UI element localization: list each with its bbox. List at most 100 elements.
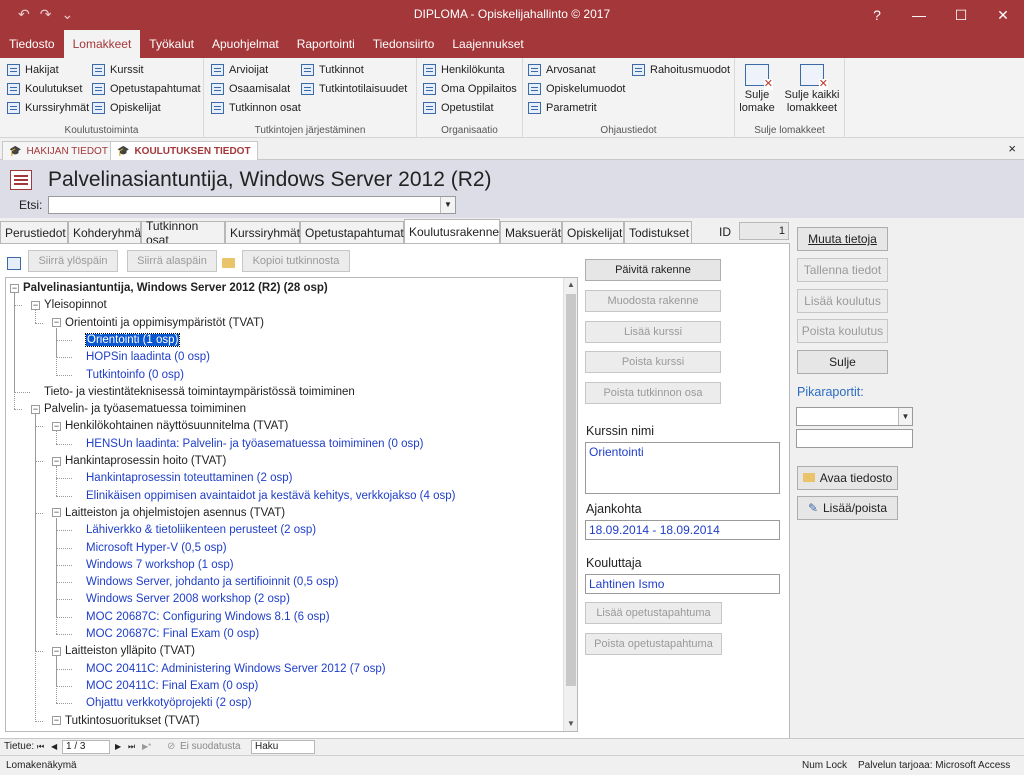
tree-node-item[interactable]: Laitteiston ja ohjelmistojen asennus (TV…: [65, 505, 285, 521]
collapse-toggle-icon[interactable]: −: [52, 716, 61, 725]
tree-course-item[interactable]: HOPSin laadinta (0 osp): [86, 349, 210, 365]
minimize-button[interactable]: —: [898, 0, 940, 30]
tree-node-item[interactable]: Orientointi ja oppimisympäristöt (TVAT): [65, 315, 264, 331]
tab-kurssiryhmat[interactable]: Kurssiryhmät: [225, 221, 300, 243]
edit-button[interactable]: Muuta tietoja: [797, 227, 888, 251]
tree-scrollbar[interactable]: ▲ ▼: [563, 278, 577, 731]
collapse-toggle-icon[interactable]: −: [31, 300, 40, 310]
tree-course-item[interactable]: Ohjattu verkkotyöprojekti (2 osp): [86, 695, 252, 711]
structure-tree[interactable]: Tutkintosuoritukset (TVAT) Ohjattu verkko…: [5, 277, 578, 732]
filter-icon[interactable]: ⊘: [167, 741, 175, 752]
tree-node-item[interactable]: Palvelinasiantuntija, Windows Server 201…: [23, 280, 328, 296]
scroll-up-icon[interactable]: ▲: [564, 278, 577, 292]
ribbon-parametrit[interactable]: Parametrit: [528, 99, 597, 117]
tree-node-item[interactable]: Laitteiston ylläpito (TVAT): [65, 643, 195, 659]
tree-course-item[interactable]: Windows Server 2008 workshop (2 osp): [86, 591, 290, 607]
ribbon-tutkintotilaisuudet[interactable]: Tutkintotilaisuudet: [301, 80, 407, 98]
collapse-toggle-icon[interactable]: −: [52, 318, 61, 328]
remove-course-button[interactable]: Poista kurssi: [585, 351, 721, 373]
copy-from-degree-button[interactable]: Kopioi tutkinnosta: [242, 250, 350, 272]
tree-course-item[interactable]: Windows Server, johdanto ja sertifioinni…: [86, 574, 338, 590]
tree-node-item[interactable]: Yleisopinnot: [44, 297, 107, 313]
tree-node-item[interactable]: Tieto- ja viestintäteknisessä toimintaym…: [44, 384, 355, 400]
add-teaching-event-button[interactable]: Lisää opetustapahtuma: [585, 602, 722, 624]
tree-course-item[interactable]: Orientointi (1 osp): [84, 332, 181, 348]
ribbon-opetustilat[interactable]: Opetustilat: [423, 99, 494, 117]
tab-todistukset[interactable]: Todistukset: [624, 221, 692, 243]
build-structure-button[interactable]: Muodosta rakenne: [585, 290, 721, 312]
ribbon-osaamisalat[interactable]: Osaamisalat: [211, 80, 290, 98]
tree-course-item[interactable]: MOC 20411C: Final Exam (0 osp): [86, 678, 258, 694]
collapse-toggle-icon[interactable]: −: [52, 421, 61, 431]
tree-course-item[interactable]: MOC 20687C: Configuring Windows 8.1 (6 o…: [86, 609, 330, 625]
ribbon-kurssiryhmat[interactable]: Kurssiryhmät: [7, 99, 89, 117]
last-record-icon[interactable]: ⏭: [128, 742, 135, 752]
tree-course-item[interactable]: MOC 20411C: Administering Windows Server…: [86, 661, 386, 677]
ribbon-arvosanat[interactable]: Arvosanat: [528, 61, 596, 79]
collapse-toggle-icon[interactable]: −: [52, 646, 61, 656]
remove-teaching-event-button[interactable]: Poista opetustapahtuma: [585, 633, 722, 655]
menu-lomakkeet[interactable]: Lomakkeet: [63, 30, 141, 58]
close-all-forms-button[interactable]: Sulje kaikki lomakkeet: [781, 64, 843, 115]
course-name-field[interactable]: Orientointi: [585, 442, 780, 494]
ribbon-arvioijat[interactable]: Arvioijat: [211, 61, 268, 79]
tab-maksuerat[interactable]: Maksuerät: [500, 221, 562, 243]
tree-node-item[interactable]: Hankintaprosessin hoito (TVAT): [65, 453, 226, 469]
new-record-icon[interactable]: ▶*: [142, 742, 151, 751]
move-up-button[interactable]: Siirrä ylöspäin: [28, 250, 118, 272]
quick-reports-parameter[interactable]: [796, 429, 913, 448]
ribbon-kurssit[interactable]: Kurssit: [92, 61, 144, 79]
doc-tab-hakijan-tiedot[interactable]: 🎓 HAKIJAN TIEDOT: [2, 141, 115, 160]
collapse-toggle-icon[interactable]: −: [10, 283, 19, 293]
tree-node-item[interactable]: Tutkintosuoritukset (TVAT): [65, 713, 200, 729]
menu-tiedosto[interactable]: Tiedosto: [0, 30, 64, 58]
add-remove-button[interactable]: ✎ Lisää/poista: [797, 496, 898, 520]
tree-node-item[interactable]: Palvelin- ja työasematuessa toimiminen: [44, 401, 246, 417]
ribbon-koulutukset[interactable]: Koulutukset: [7, 80, 82, 98]
tree-course-item[interactable]: Hankintaprosessin toteuttaminen (2 osp): [86, 470, 292, 486]
tree-course-item[interactable]: HENSUn laadinta: Palvelin- ja työasematu…: [86, 436, 424, 452]
tab-perustiedot[interactable]: Perustiedot: [0, 221, 68, 243]
collapse-toggle-icon[interactable]: −: [31, 404, 40, 414]
open-file-button[interactable]: Avaa tiedosto: [797, 466, 898, 490]
menu-tyokalut[interactable]: Työkalut: [140, 30, 203, 58]
chevron-down-icon[interactable]: ▼: [898, 408, 912, 425]
tree-view-icon[interactable]: [7, 257, 21, 270]
maximize-button[interactable]: ☐: [940, 0, 982, 30]
collapse-toggle-icon[interactable]: −: [52, 456, 61, 466]
add-training-button[interactable]: Lisää koulutus: [797, 289, 888, 313]
tab-koulutusrakenne[interactable]: Koulutusrakenne: [404, 219, 500, 243]
menu-laajennukset[interactable]: Laajennukset: [443, 30, 532, 58]
ribbon-opiskelumuodot[interactable]: Opiskelumuodot: [528, 80, 626, 98]
remove-degree-part-button[interactable]: Poista tutkinnon osa: [585, 382, 721, 404]
tab-opiskelijat[interactable]: Opiskelijat: [562, 221, 624, 243]
ribbon-hakijat[interactable]: Hakijat: [7, 61, 59, 79]
tree-node-item[interactable]: Henkilökohtainen näyttösuunnitelma (TVAT…: [65, 418, 288, 434]
close-form-button[interactable]: Sulje lomake: [739, 64, 775, 115]
trainer-field[interactable]: Lahtinen Ismo: [585, 574, 780, 594]
record-search-field[interactable]: Haku: [251, 740, 315, 754]
time-field[interactable]: 18.09.2014 - 18.09.2014: [585, 520, 780, 540]
ribbon-tutkinnon-osat[interactable]: Tutkinnon osat: [211, 99, 301, 117]
add-course-button[interactable]: Lisää kurssi: [585, 321, 721, 343]
tree-course-item[interactable]: Windows 7 workshop (1 osp): [86, 557, 234, 573]
prev-record-icon[interactable]: ◀: [51, 742, 57, 751]
menu-raportointi[interactable]: Raportointi: [288, 30, 364, 58]
tree-course-item[interactable]: Elinikäisen oppimisen avaintaidot ja kes…: [86, 488, 455, 504]
tab-opetustapahtumat[interactable]: Opetustapahtumat: [300, 221, 404, 243]
ribbon-henkilokunta[interactable]: Henkilökunta: [423, 61, 505, 79]
first-record-icon[interactable]: ⏮: [37, 742, 44, 752]
close-doc-icon[interactable]: ×: [1008, 141, 1016, 156]
scroll-down-icon[interactable]: ▼: [564, 717, 577, 731]
next-record-icon[interactable]: ▶: [115, 742, 121, 751]
tab-kohderyhma[interactable]: Kohderyhmä: [68, 221, 141, 243]
ribbon-oma-oppilaitos[interactable]: Oma Oppilaitos: [423, 80, 517, 98]
tree-course-item[interactable]: Lähiverkko & tietoliikenteen perusteet (…: [86, 522, 316, 538]
update-structure-button[interactable]: Päivitä rakenne: [585, 259, 721, 281]
tree-course-item[interactable]: MOC 20687C: Final Exam (0 osp): [86, 626, 259, 642]
tree-course-item[interactable]: Microsoft Hyper-V (0,5 osp): [86, 540, 227, 556]
ribbon-opetustapahtumat[interactable]: Opetustapahtumat: [92, 80, 201, 98]
menu-tiedonsiirto[interactable]: Tiedonsiirto: [364, 30, 444, 58]
chevron-down-icon[interactable]: ▼: [440, 197, 455, 213]
remove-training-button[interactable]: Poista koulutus: [797, 319, 888, 343]
